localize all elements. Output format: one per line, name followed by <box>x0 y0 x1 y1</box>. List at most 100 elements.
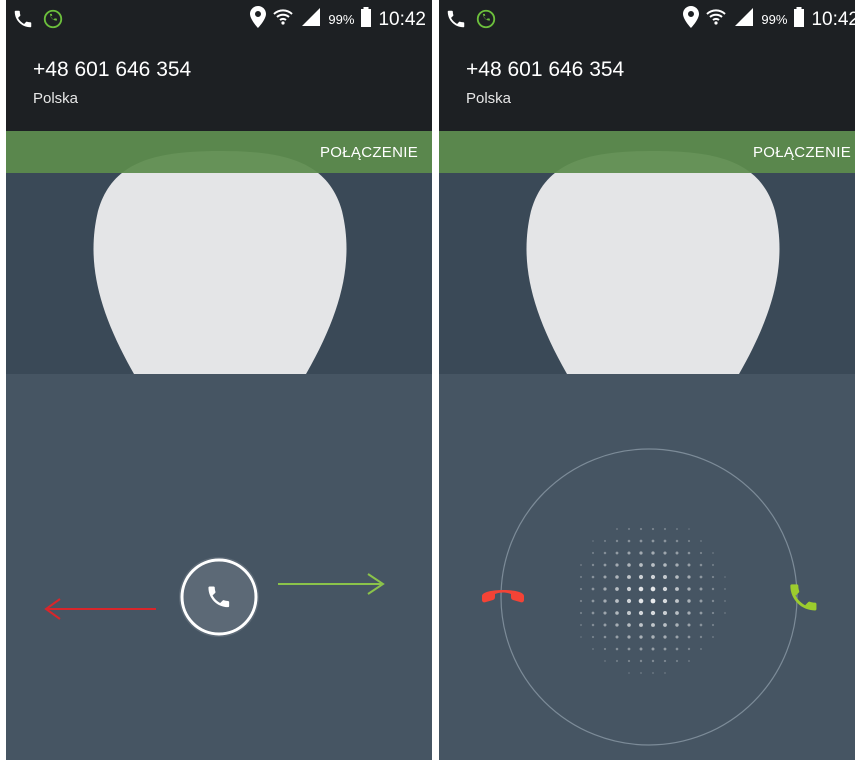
pattern-dot <box>639 635 643 639</box>
wifi-calling-icon <box>42 8 64 35</box>
pattern-dot <box>663 551 667 555</box>
pattern-dot <box>615 659 619 663</box>
pattern-dot <box>627 611 631 615</box>
pattern-dot <box>603 647 607 651</box>
caller-location: Polska <box>33 90 79 107</box>
pattern-dot <box>615 647 619 651</box>
pattern-dot <box>652 672 654 674</box>
pattern-dot <box>724 612 726 614</box>
pattern-dot <box>639 539 643 543</box>
pattern-dot <box>639 647 643 651</box>
pattern-dot <box>724 600 726 602</box>
pattern-dot <box>699 563 703 567</box>
pattern-dot <box>711 563 715 567</box>
pattern-dot <box>616 528 618 530</box>
phone-call-icon <box>12 8 34 35</box>
status-time: 10:42 <box>378 8 426 30</box>
pattern-dot <box>711 587 715 591</box>
pattern-dot <box>638 598 644 604</box>
pattern-dot <box>699 611 703 615</box>
pattern-dot <box>675 659 679 663</box>
battery-percent: 99% <box>761 12 788 27</box>
pattern-dot <box>663 563 667 567</box>
pattern-dot <box>639 527 643 531</box>
location-pin-icon <box>683 6 700 33</box>
pattern-dot <box>627 527 631 531</box>
pattern-dot <box>579 623 583 627</box>
pattern-dot <box>711 599 715 603</box>
call-type-label: POŁĄCZENIE <box>752 144 851 161</box>
pattern-dot <box>579 587 583 591</box>
signal-icon <box>300 6 322 33</box>
decline-button[interactable] <box>482 590 524 603</box>
pattern-dot <box>615 587 619 591</box>
pattern-dot <box>591 623 595 627</box>
pattern-dot <box>687 563 691 567</box>
wifi-icon <box>272 6 294 33</box>
pattern-dot <box>604 660 606 662</box>
pattern-dot <box>675 587 679 591</box>
pattern-dot <box>639 551 643 555</box>
caller-number: +48 601 646 354 <box>33 58 192 81</box>
pattern-dot <box>591 587 595 591</box>
arrow-right-icon <box>278 573 385 595</box>
pattern-dot <box>651 659 655 663</box>
phone-hangup-icon <box>482 590 524 603</box>
pattern-dot <box>591 611 595 615</box>
pattern-dot <box>699 587 703 591</box>
pattern-dot <box>591 563 595 567</box>
caller-header: +48 601 646 354 Polska <box>439 38 855 131</box>
pattern-dot <box>663 647 667 651</box>
pattern-dot <box>627 563 631 567</box>
pattern-dot <box>626 586 632 592</box>
contact-silhouette-head <box>526 151 780 374</box>
pattern-dot <box>687 611 691 615</box>
answer-dot-pattern[interactable] <box>579 527 726 674</box>
arrow-left-icon <box>44 598 156 620</box>
pattern-dot <box>603 599 607 603</box>
pattern-dot <box>687 539 691 543</box>
battery-icon <box>360 6 372 33</box>
pattern-dot <box>662 610 668 616</box>
pattern-dot <box>591 575 595 579</box>
pattern-dot <box>650 586 656 592</box>
pattern-dot <box>662 598 668 604</box>
pattern-dot <box>675 575 679 579</box>
pattern-dot <box>639 659 643 663</box>
pattern-dot <box>700 540 702 542</box>
pattern-dot <box>688 660 690 662</box>
pattern-dot <box>627 659 631 663</box>
phone-call-icon <box>445 8 467 35</box>
pattern-dot <box>675 599 679 603</box>
pattern-dot <box>699 599 703 603</box>
pattern-dot <box>663 635 667 639</box>
incoming-call-screen-left: 99% 10:42 +48 601 646 354 Polska POŁĄCZE… <box>6 0 432 760</box>
pattern-dot <box>699 623 703 627</box>
pattern-dot <box>651 635 655 639</box>
pattern-dot <box>638 610 644 616</box>
pattern-dot <box>687 551 691 555</box>
pattern-dot <box>638 586 644 592</box>
pattern-dot <box>615 539 619 543</box>
answer-button[interactable] <box>179 557 259 637</box>
pattern-dot <box>603 623 607 627</box>
pattern-dot <box>615 563 619 567</box>
pattern-dot <box>603 635 607 639</box>
pattern-dot <box>579 611 583 615</box>
call-type-banner: POŁĄCZENIE <box>439 131 855 173</box>
pattern-dot <box>711 611 715 615</box>
pattern-dot <box>650 610 656 616</box>
pattern-dot <box>663 623 667 627</box>
accept-button[interactable] <box>790 584 817 611</box>
pattern-dot <box>687 647 691 651</box>
pattern-dot <box>579 599 583 603</box>
pattern-dot <box>591 635 595 639</box>
battery-icon <box>793 6 805 33</box>
pattern-dot <box>627 575 631 579</box>
pattern-dot <box>640 672 642 674</box>
pattern-dot <box>687 575 691 579</box>
pattern-dot <box>675 623 679 627</box>
pattern-dot <box>650 598 656 604</box>
pattern-dot <box>615 551 619 555</box>
pattern-dot <box>712 636 714 638</box>
